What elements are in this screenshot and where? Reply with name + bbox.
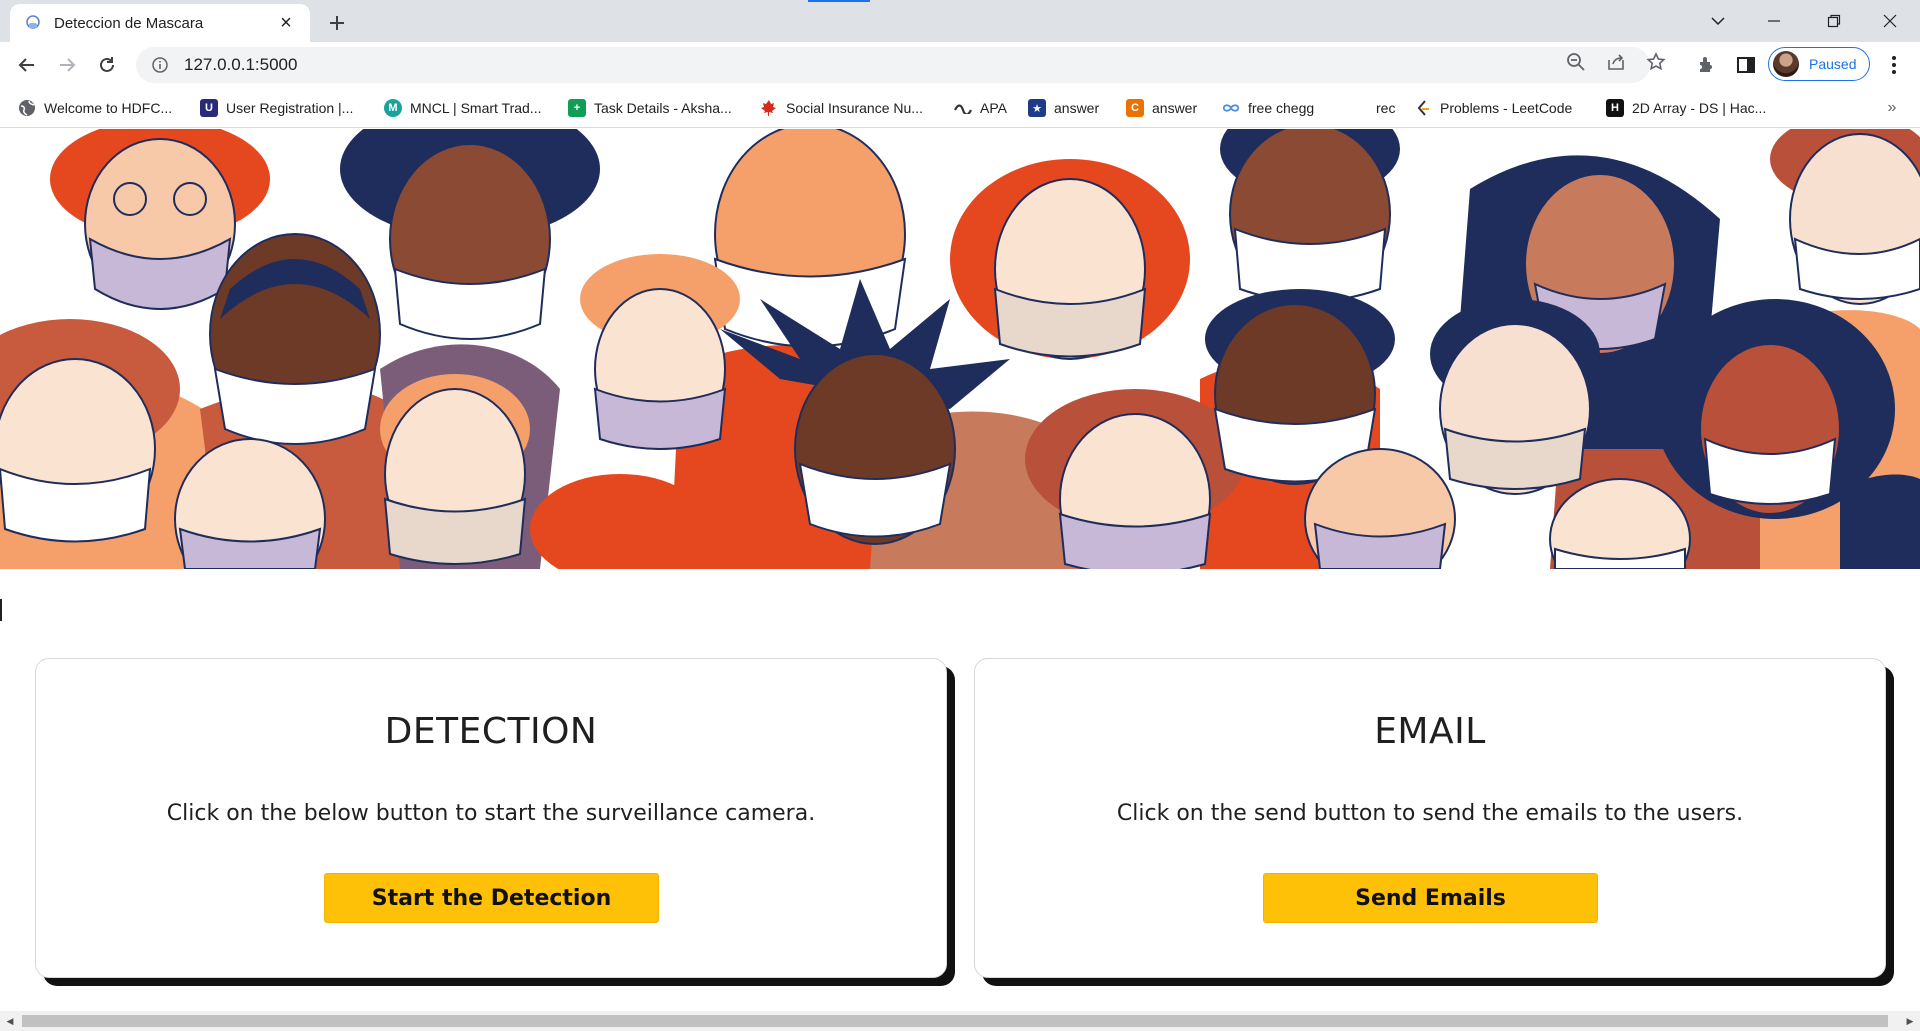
- forward-button[interactable]: [52, 50, 82, 80]
- bookmarks-bar: Welcome to HDFC... U User Registration |…: [0, 88, 1920, 128]
- minimize-button[interactable]: [1754, 6, 1794, 36]
- chevron-down-icon: [1711, 17, 1725, 26]
- side-panel-icon[interactable]: [1734, 53, 1758, 77]
- bookmark-item[interactable]: APA: [954, 97, 1007, 119]
- detection-card: DETECTION Click on the below button to s…: [35, 658, 947, 978]
- tab-search-button[interactable]: [1698, 6, 1738, 36]
- zoom-icon[interactable]: [1564, 50, 1588, 74]
- new-tab-button[interactable]: [322, 8, 352, 38]
- reload-icon: [100, 57, 114, 72]
- bookmark-item[interactable]: Welcome to HDFC...: [18, 97, 172, 119]
- tab-close-icon[interactable]: ×: [276, 12, 296, 34]
- email-title: EMAIL: [1374, 711, 1486, 752]
- extensions-icon[interactable]: [1694, 53, 1718, 77]
- sheets-icon: +: [568, 99, 586, 117]
- active-tab[interactable]: Deteccion de Mascara ×: [10, 4, 310, 42]
- send-emails-button[interactable]: Send Emails: [1263, 873, 1598, 923]
- browser-toolbar: 127.0.0.1:5000 Paused: [0, 42, 1920, 88]
- detection-title: DETECTION: [384, 711, 598, 752]
- restore-button[interactable]: [1814, 6, 1854, 36]
- address-bar[interactable]: 127.0.0.1:5000: [136, 47, 1650, 83]
- reload-button[interactable]: [92, 50, 122, 80]
- arrow-right-icon: [60, 58, 76, 72]
- maple-leaf-icon: [760, 99, 778, 117]
- horizontal-scrollbar[interactable]: ◀ ▶: [0, 1011, 1920, 1031]
- leetcode-icon: [1414, 99, 1432, 117]
- scroll-right-icon[interactable]: ▶: [1904, 1015, 1916, 1027]
- close-window-button[interactable]: [1870, 6, 1910, 36]
- masked-people-illustration: [0, 129, 1920, 569]
- bookmark-item[interactable]: Problems - LeetCode: [1414, 97, 1572, 119]
- text-caret: [0, 599, 2, 621]
- scrollbar-thumb[interactable]: [22, 1015, 1888, 1027]
- detection-description: Click on the below button to start the s…: [166, 801, 816, 826]
- arrow-left-icon: [18, 58, 34, 72]
- restore-icon: [1827, 14, 1841, 28]
- bookmark-item[interactable]: C answer: [1126, 97, 1197, 119]
- bookmark-star-icon[interactable]: [1644, 50, 1668, 74]
- url-text[interactable]: 127.0.0.1:5000: [184, 55, 297, 75]
- minimize-icon: [1768, 20, 1780, 22]
- more-bookmarks-icon[interactable]: »: [1880, 97, 1904, 119]
- bookmark-item[interactable]: rec: [1350, 97, 1395, 119]
- tab-title: Deteccion de Mascara: [54, 14, 204, 32]
- star-badge-icon: ★: [1028, 99, 1046, 117]
- apa-icon: [954, 99, 972, 117]
- bookmark-item[interactable]: M MNCL | Smart Trad...: [384, 97, 541, 119]
- bookmark-item[interactable]: U User Registration |...: [200, 97, 353, 119]
- avatar: [1773, 51, 1799, 77]
- scroll-left-icon[interactable]: ◀: [4, 1015, 16, 1027]
- plus-icon: [330, 16, 344, 30]
- globe-icon: [18, 99, 36, 117]
- bookmark-item[interactable]: H 2D Array - DS | Hac...: [1606, 97, 1766, 119]
- back-button[interactable]: [12, 50, 42, 80]
- page-viewport: DETECTION Click on the below button to s…: [0, 129, 1920, 1011]
- blank-icon: [1350, 99, 1368, 117]
- email-description: Click on the send button to send the ema…: [1116, 801, 1744, 826]
- bookmark-item[interactable]: + Task Details - Aksha...: [568, 97, 732, 119]
- profile-button[interactable]: Paused: [1768, 47, 1870, 81]
- mncl-icon: M: [384, 99, 402, 117]
- mask-favicon-icon: [24, 14, 42, 32]
- tab-strip: Deteccion de Mascara ×: [0, 0, 1920, 42]
- share-icon[interactable]: [1604, 50, 1628, 74]
- bookmark-item[interactable]: Social Insurance Nu...: [760, 97, 923, 119]
- bookmark-item[interactable]: free chegg: [1222, 97, 1314, 119]
- infinity-icon: [1222, 99, 1240, 117]
- email-card: EMAIL Click on the send button to send t…: [974, 658, 1886, 978]
- menu-kebab-icon[interactable]: [1882, 53, 1906, 77]
- tab-indicator: [808, 0, 870, 2]
- chegg-c-icon: C: [1126, 99, 1144, 117]
- profile-status: Paused: [1809, 56, 1857, 72]
- hackerrank-icon: H: [1606, 99, 1624, 117]
- start-detection-button[interactable]: Start the Detection: [324, 873, 659, 923]
- registration-icon: U: [200, 99, 218, 117]
- site-info-icon[interactable]: [150, 55, 170, 75]
- bookmark-item[interactable]: ★ answer: [1028, 97, 1099, 119]
- close-icon: [1883, 14, 1897, 28]
